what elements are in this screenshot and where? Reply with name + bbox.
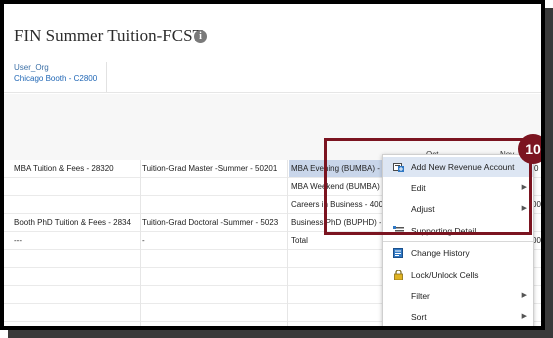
pov-member-value[interactable]: Chicago Booth - C2800 xyxy=(14,73,106,84)
divider xyxy=(4,92,541,93)
row-header-revenue[interactable]: - xyxy=(142,236,145,245)
submenu-arrow-icon: ▶ xyxy=(521,292,527,299)
pov-bar[interactable]: User_Org Chicago Booth - C2800 xyxy=(14,62,107,92)
row-header-account[interactable]: Booth PhD Tuition & Fees - 2834 xyxy=(14,218,138,227)
menu-item-lock-unlock-cells[interactable]: Lock/Unlock Cells xyxy=(383,265,533,285)
row-header-revenue[interactable]: Tuition-Grad Doctoral -Summer - 5023 xyxy=(142,218,286,227)
menu-item-sort[interactable]: Sort ▶ xyxy=(383,307,533,326)
column-divider xyxy=(140,160,141,326)
data-cell[interactable]: 0 xyxy=(534,164,541,173)
row-header-account[interactable]: MBA Tuition & Fees - 28320 xyxy=(14,164,138,173)
step-number-badge: 10 xyxy=(518,134,541,164)
menu-separator xyxy=(383,241,533,242)
change-history-icon xyxy=(393,248,403,258)
row-header-account[interactable]: --- xyxy=(14,236,22,245)
page-title: FIN Summer Tuition-FCST xyxy=(14,26,203,45)
pov-dimension-label: User_Org xyxy=(14,63,49,72)
info-icon[interactable]: i xyxy=(194,30,207,43)
callout-highlight-box xyxy=(324,138,532,235)
menu-item-label: Lock/Unlock Cells xyxy=(411,270,479,280)
app-window: FIN Summer Tuition-FCST i User_Org Chica… xyxy=(4,4,541,326)
submenu-arrow-icon: ▶ xyxy=(521,313,527,320)
menu-item-label: Filter xyxy=(411,291,430,301)
menu-item-change-history[interactable]: Change History xyxy=(383,243,533,263)
column-divider xyxy=(287,160,288,326)
row-header-revenue[interactable]: Tuition-Grad Master -Summer - 50201 xyxy=(142,164,286,173)
menu-item-filter[interactable]: Filter ▶ xyxy=(383,286,533,306)
lock-icon xyxy=(394,270,403,280)
menu-item-label: Sort xyxy=(411,312,427,322)
menu-item-label: Change History xyxy=(411,248,470,258)
row-header-total[interactable]: Total xyxy=(291,236,308,245)
